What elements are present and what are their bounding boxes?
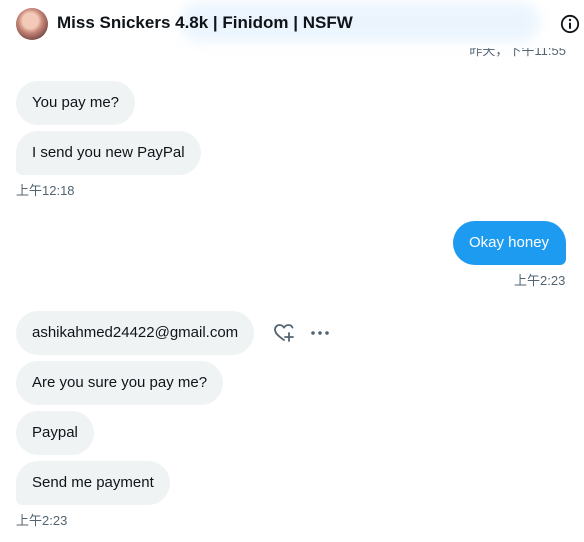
message-timestamp: 上午12:18	[16, 183, 75, 198]
message-bubble-incoming[interactable]: Are you sure you pay me?	[16, 361, 224, 405]
heart-plus-icon[interactable]	[273, 322, 295, 344]
more-icon[interactable]	[309, 322, 331, 344]
conversation-title[interactable]: Miss Snickers 4.8k | Finidom | NSFW	[57, 13, 353, 33]
message-bubble-incoming[interactable]: Paypal	[16, 411, 94, 455]
message-bubble-incoming[interactable]: I send you new PayPal	[16, 131, 201, 175]
avatar[interactable]	[16, 8, 48, 40]
message-bubble-incoming[interactable]: ashikahmed24422@gmail.com	[16, 311, 255, 355]
message-bubble-incoming[interactable]: Send me payment	[16, 461, 170, 505]
message-timestamp: 上午2:23	[514, 273, 566, 288]
message-bubble-incoming[interactable]: You pay me?	[16, 81, 136, 125]
message-timestamp: 上午2:23	[16, 513, 68, 528]
conversation-header: Miss Snickers 4.8k | Finidom | NSFW	[0, 0, 584, 48]
info-icon[interactable]	[560, 14, 580, 34]
message-bubble-outgoing[interactable]: Okay honey	[453, 221, 566, 265]
